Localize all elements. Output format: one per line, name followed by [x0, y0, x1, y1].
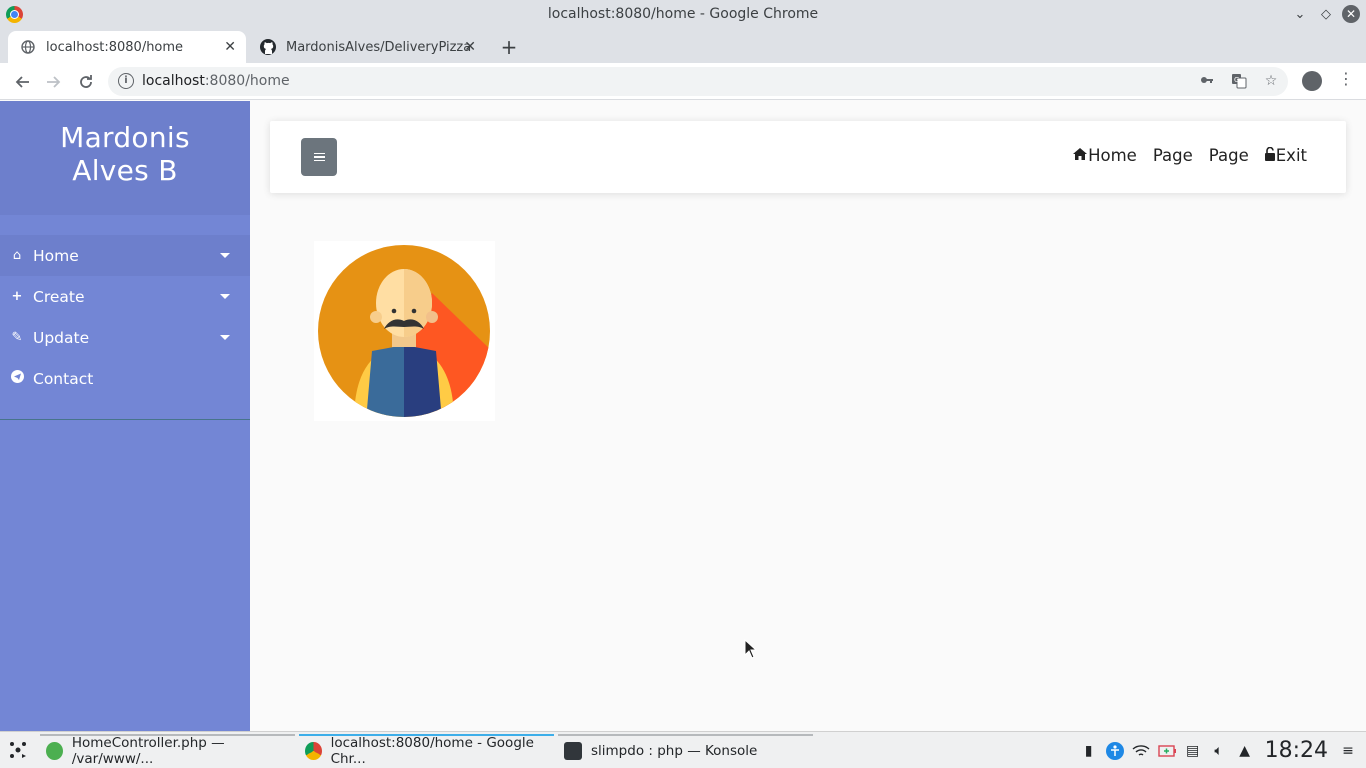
url-text[interactable]: localhost:8080/home: [142, 73, 290, 89]
github-icon: [260, 39, 276, 55]
svg-text:G: G: [1234, 76, 1239, 84]
tray-expand-icon[interactable]: ▲: [1235, 741, 1255, 761]
task-konsole[interactable]: slimpdo : php — Konsole: [558, 732, 813, 768]
nav-link-page-2[interactable]: Page: [1209, 146, 1249, 165]
caret-down-icon: [220, 253, 230, 258]
translate-icon[interactable]: G: [1230, 73, 1248, 93]
window-titlebar: localhost:8080/home - Google Chrome ⌄ ◇ …: [0, 0, 1366, 29]
key-icon[interactable]: [1198, 73, 1216, 91]
menu-icon[interactable]: ≡: [1338, 741, 1358, 761]
address-bar[interactable]: i localhost:8080/home G ☆: [108, 67, 1288, 96]
task-indicator: [40, 734, 295, 736]
reload-icon[interactable]: [74, 70, 98, 94]
tab-label: localhost:8080/home: [46, 39, 184, 55]
edit-icon: ✎: [11, 330, 23, 345]
plus-icon: +: [11, 289, 23, 304]
terminal-icon: [564, 741, 582, 760]
nav-link-exit[interactable]: Exit: [1264, 146, 1307, 165]
clock[interactable]: 18:24: [1265, 738, 1328, 763]
diamond-icon[interactable]: ◇: [1316, 4, 1336, 24]
star-icon[interactable]: ☆: [1262, 73, 1280, 89]
launcher-icon[interactable]: [8, 740, 28, 760]
new-tab-button[interactable]: +: [498, 35, 520, 59]
sidebar-menu: ⌂ Home + Create ✎ Update Contact: [0, 215, 250, 420]
close-icon[interactable]: ✕: [1342, 5, 1360, 23]
tab-strip: localhost:8080/home ✕ MardonisAlves/Deli…: [0, 29, 1366, 63]
chevron-down-icon[interactable]: ⌄: [1290, 4, 1310, 24]
sidebar-item-label: Update: [33, 328, 90, 347]
taskbar: HomeController.php — /var/www/... localh…: [0, 731, 1366, 768]
close-icon[interactable]: ✕: [224, 39, 236, 55]
paper-plane-icon: [10, 370, 24, 387]
close-icon[interactable]: ✕: [464, 39, 476, 55]
forward-icon[interactable]: [42, 70, 66, 94]
tab-github[interactable]: MardonisAlves/DeliveryPizza ✕: [248, 31, 486, 63]
sidebar-item-label: Create: [33, 287, 85, 306]
window-controls: ⌄ ◇ ✕: [1290, 4, 1360, 24]
accessibility-icon[interactable]: [1105, 741, 1125, 761]
page-content: Mardonis Alves B ⌂ Home + Create ✎ Updat…: [0, 101, 1366, 731]
task-editor[interactable]: HomeController.php — /var/www/...: [40, 732, 295, 768]
sidebar-item-create[interactable]: + Create: [0, 276, 250, 317]
volume-icon[interactable]: 🔈︎: [1209, 741, 1229, 761]
window-title: localhost:8080/home - Google Chrome: [547, 6, 819, 22]
task-chrome[interactable]: localhost:8080/home - Google Chr...: [299, 732, 554, 768]
hamburger-line: [313, 152, 325, 155]
caret-down-icon: [220, 294, 230, 299]
unlock-icon: [1264, 146, 1275, 165]
nav-link-home[interactable]: Home: [1073, 146, 1137, 165]
wifi-icon[interactable]: [1131, 741, 1151, 761]
task-indicator: [299, 734, 554, 736]
sidebar: Mardonis Alves B ⌂ Home + Create ✎ Updat…: [0, 101, 250, 731]
top-navbar: Home Page Page Exit: [270, 121, 1346, 193]
menu-icon[interactable]: ⋮: [1338, 69, 1354, 88]
editor-icon: [46, 741, 63, 760]
profile-icon[interactable]: [1302, 71, 1322, 91]
sidebar-item-update[interactable]: ✎ Update: [0, 317, 250, 358]
sidebar-toggle-button[interactable]: [301, 138, 337, 176]
sidebar-item-label: Home: [33, 246, 79, 265]
browser-toolbar: i localhost:8080/home G ☆ ⋮: [0, 63, 1366, 100]
info-icon[interactable]: i: [118, 73, 134, 89]
usb-icon[interactable]: ▮: [1079, 741, 1099, 761]
sidebar-title: Mardonis Alves B: [0, 101, 250, 215]
system-tray: ▮ ▤ 🔈︎ ▲ 18:24 ≡: [1079, 732, 1366, 768]
nav-links: Home Page Page Exit: [1073, 146, 1307, 165]
home-icon: [1073, 147, 1088, 164]
hamburger-line: [313, 159, 325, 162]
sidebar-item-contact[interactable]: Contact: [0, 358, 250, 399]
tab-localhost[interactable]: localhost:8080/home ✕: [8, 31, 246, 63]
avatar-illustration: [318, 245, 490, 417]
chrome-icon: [305, 741, 322, 760]
battery-icon[interactable]: [1157, 741, 1177, 761]
tab-label: MardonisAlves/DeliveryPizza: [286, 39, 472, 55]
nav-link-page[interactable]: Page: [1153, 146, 1193, 165]
task-indicator: [558, 734, 813, 736]
clipboard-icon[interactable]: ▤: [1183, 741, 1203, 761]
caret-down-icon: [220, 335, 230, 340]
home-icon: ⌂: [12, 248, 22, 263]
sidebar-item-label: Contact: [33, 369, 94, 388]
back-icon[interactable]: [10, 70, 34, 94]
hamburger-line: [313, 156, 325, 158]
avatar: [314, 241, 495, 421]
globe-icon: [20, 39, 36, 55]
sidebar-item-home[interactable]: ⌂ Home: [0, 235, 250, 276]
